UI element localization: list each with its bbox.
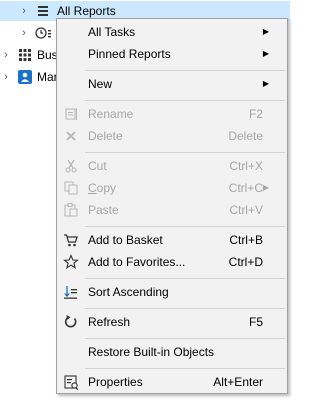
menu-item-shortcut: F2 (248, 107, 263, 121)
properties-icon (63, 374, 79, 390)
menu-item-add-to-favorites[interactable]: Add to Favorites... Ctrl+D (59, 251, 285, 273)
chevron-right-icon[interactable]: › (18, 1, 30, 21)
menu-item-rename[interactable]: Rename F2 (59, 103, 285, 125)
menu-item-label: Paste (88, 203, 119, 217)
scissors-icon (63, 158, 79, 174)
menu-item-label: Copy (88, 181, 117, 195)
menu-item-new[interactable]: New ▶ (59, 73, 285, 95)
menu-item-shortcut: Ctrl+V (229, 203, 263, 217)
menu-item-restore-built-in-objects[interactable]: Restore Built-in Objects (59, 341, 285, 363)
star-icon (63, 254, 79, 270)
rename-icon (63, 106, 79, 122)
menu-item-shortcut: Ctrl+X (229, 159, 263, 173)
menu-item-refresh[interactable]: Refresh F5 (59, 311, 285, 333)
submenu-arrow-icon: ▶ (262, 27, 269, 36)
menu-item-label: Delete (88, 129, 123, 143)
tree-label: Mar (37, 70, 58, 84)
menu-item-label: Properties (88, 375, 143, 389)
menu-item-label: Rename (88, 107, 134, 121)
tree-row-history[interactable]: › (0, 23, 56, 43)
tree-row-business[interactable]: › Busi (0, 45, 60, 65)
chevron-right-icon[interactable]: › (0, 67, 12, 87)
menu-item-label: Sort Ascending (88, 285, 169, 299)
submenu-arrow-icon: ▶ (262, 183, 269, 192)
menu-item-shortcut: Ctrl+D (228, 255, 263, 269)
submenu-arrow-icon: ▶ (262, 79, 269, 88)
menu-separator (85, 100, 285, 101)
menu-item-label: New (88, 77, 113, 91)
menu-item-delete[interactable]: Delete Delete (59, 125, 285, 147)
menu-item-all-tasks[interactable]: All Tasks ▶ (59, 21, 285, 43)
menu-separator (85, 152, 285, 153)
menu-item-cut[interactable]: Cut Ctrl+X (59, 155, 285, 177)
menu-separator (85, 368, 285, 369)
menu-item-properties[interactable]: Properties Alt+Enter (59, 371, 285, 393)
menu-item-shortcut: F5 (248, 315, 263, 329)
menu-separator (85, 278, 285, 279)
clock-list-icon (35, 26, 51, 40)
chevron-right-icon[interactable]: › (0, 45, 12, 65)
menu-item-label: Restore Built-in Objects (88, 345, 215, 359)
menu-item-label: Pinned Reports (88, 47, 171, 61)
refresh-icon (63, 314, 79, 330)
menu-item-add-to-basket[interactable]: Add to Basket Ctrl+B (59, 229, 285, 251)
menu-item-label: Add to Favorites... (88, 255, 186, 269)
chevron-right-icon[interactable]: › (18, 23, 30, 43)
copy-icon (63, 180, 79, 196)
menu-separator (85, 338, 285, 339)
person-badge-icon (18, 70, 32, 84)
cart-icon (63, 232, 79, 248)
paste-icon (63, 202, 79, 218)
menu-item-shortcut: Delete (228, 129, 263, 143)
menu-item-paste[interactable]: Paste Ctrl+V (59, 199, 285, 221)
submenu-arrow-icon: ▶ (262, 49, 269, 58)
menu-separator (85, 308, 285, 309)
menu-item-shortcut: Ctrl+C (228, 181, 263, 195)
menu-item-pinned-reports[interactable]: Pinned Reports ▶ (59, 43, 285, 65)
grid-icon (18, 48, 32, 62)
list-icon (36, 4, 50, 18)
menu-item-shortcut: Ctrl+B (229, 233, 263, 247)
delete-x-icon (63, 128, 79, 144)
menu-separator (85, 226, 285, 227)
menu-item-copy[interactable]: Copy Ctrl+C ▶ (59, 177, 285, 199)
menu-item-label: Add to Basket (88, 233, 163, 247)
menu-item-label: Refresh (88, 315, 131, 329)
sort-ascending-icon (63, 284, 79, 300)
menu-item-shortcut: Alt+Enter (213, 375, 263, 389)
tree-row-management[interactable]: › Mar (0, 67, 58, 87)
menu-separator (85, 70, 285, 71)
menu-item-label: All Tasks (88, 25, 136, 39)
context-menu: All Tasks ▶ Pinned Reports ▶ New ▶ Renam… (56, 18, 288, 394)
menu-item-label: Cut (88, 159, 107, 173)
menu-item-sort-ascending[interactable]: Sort Ascending (59, 281, 285, 303)
